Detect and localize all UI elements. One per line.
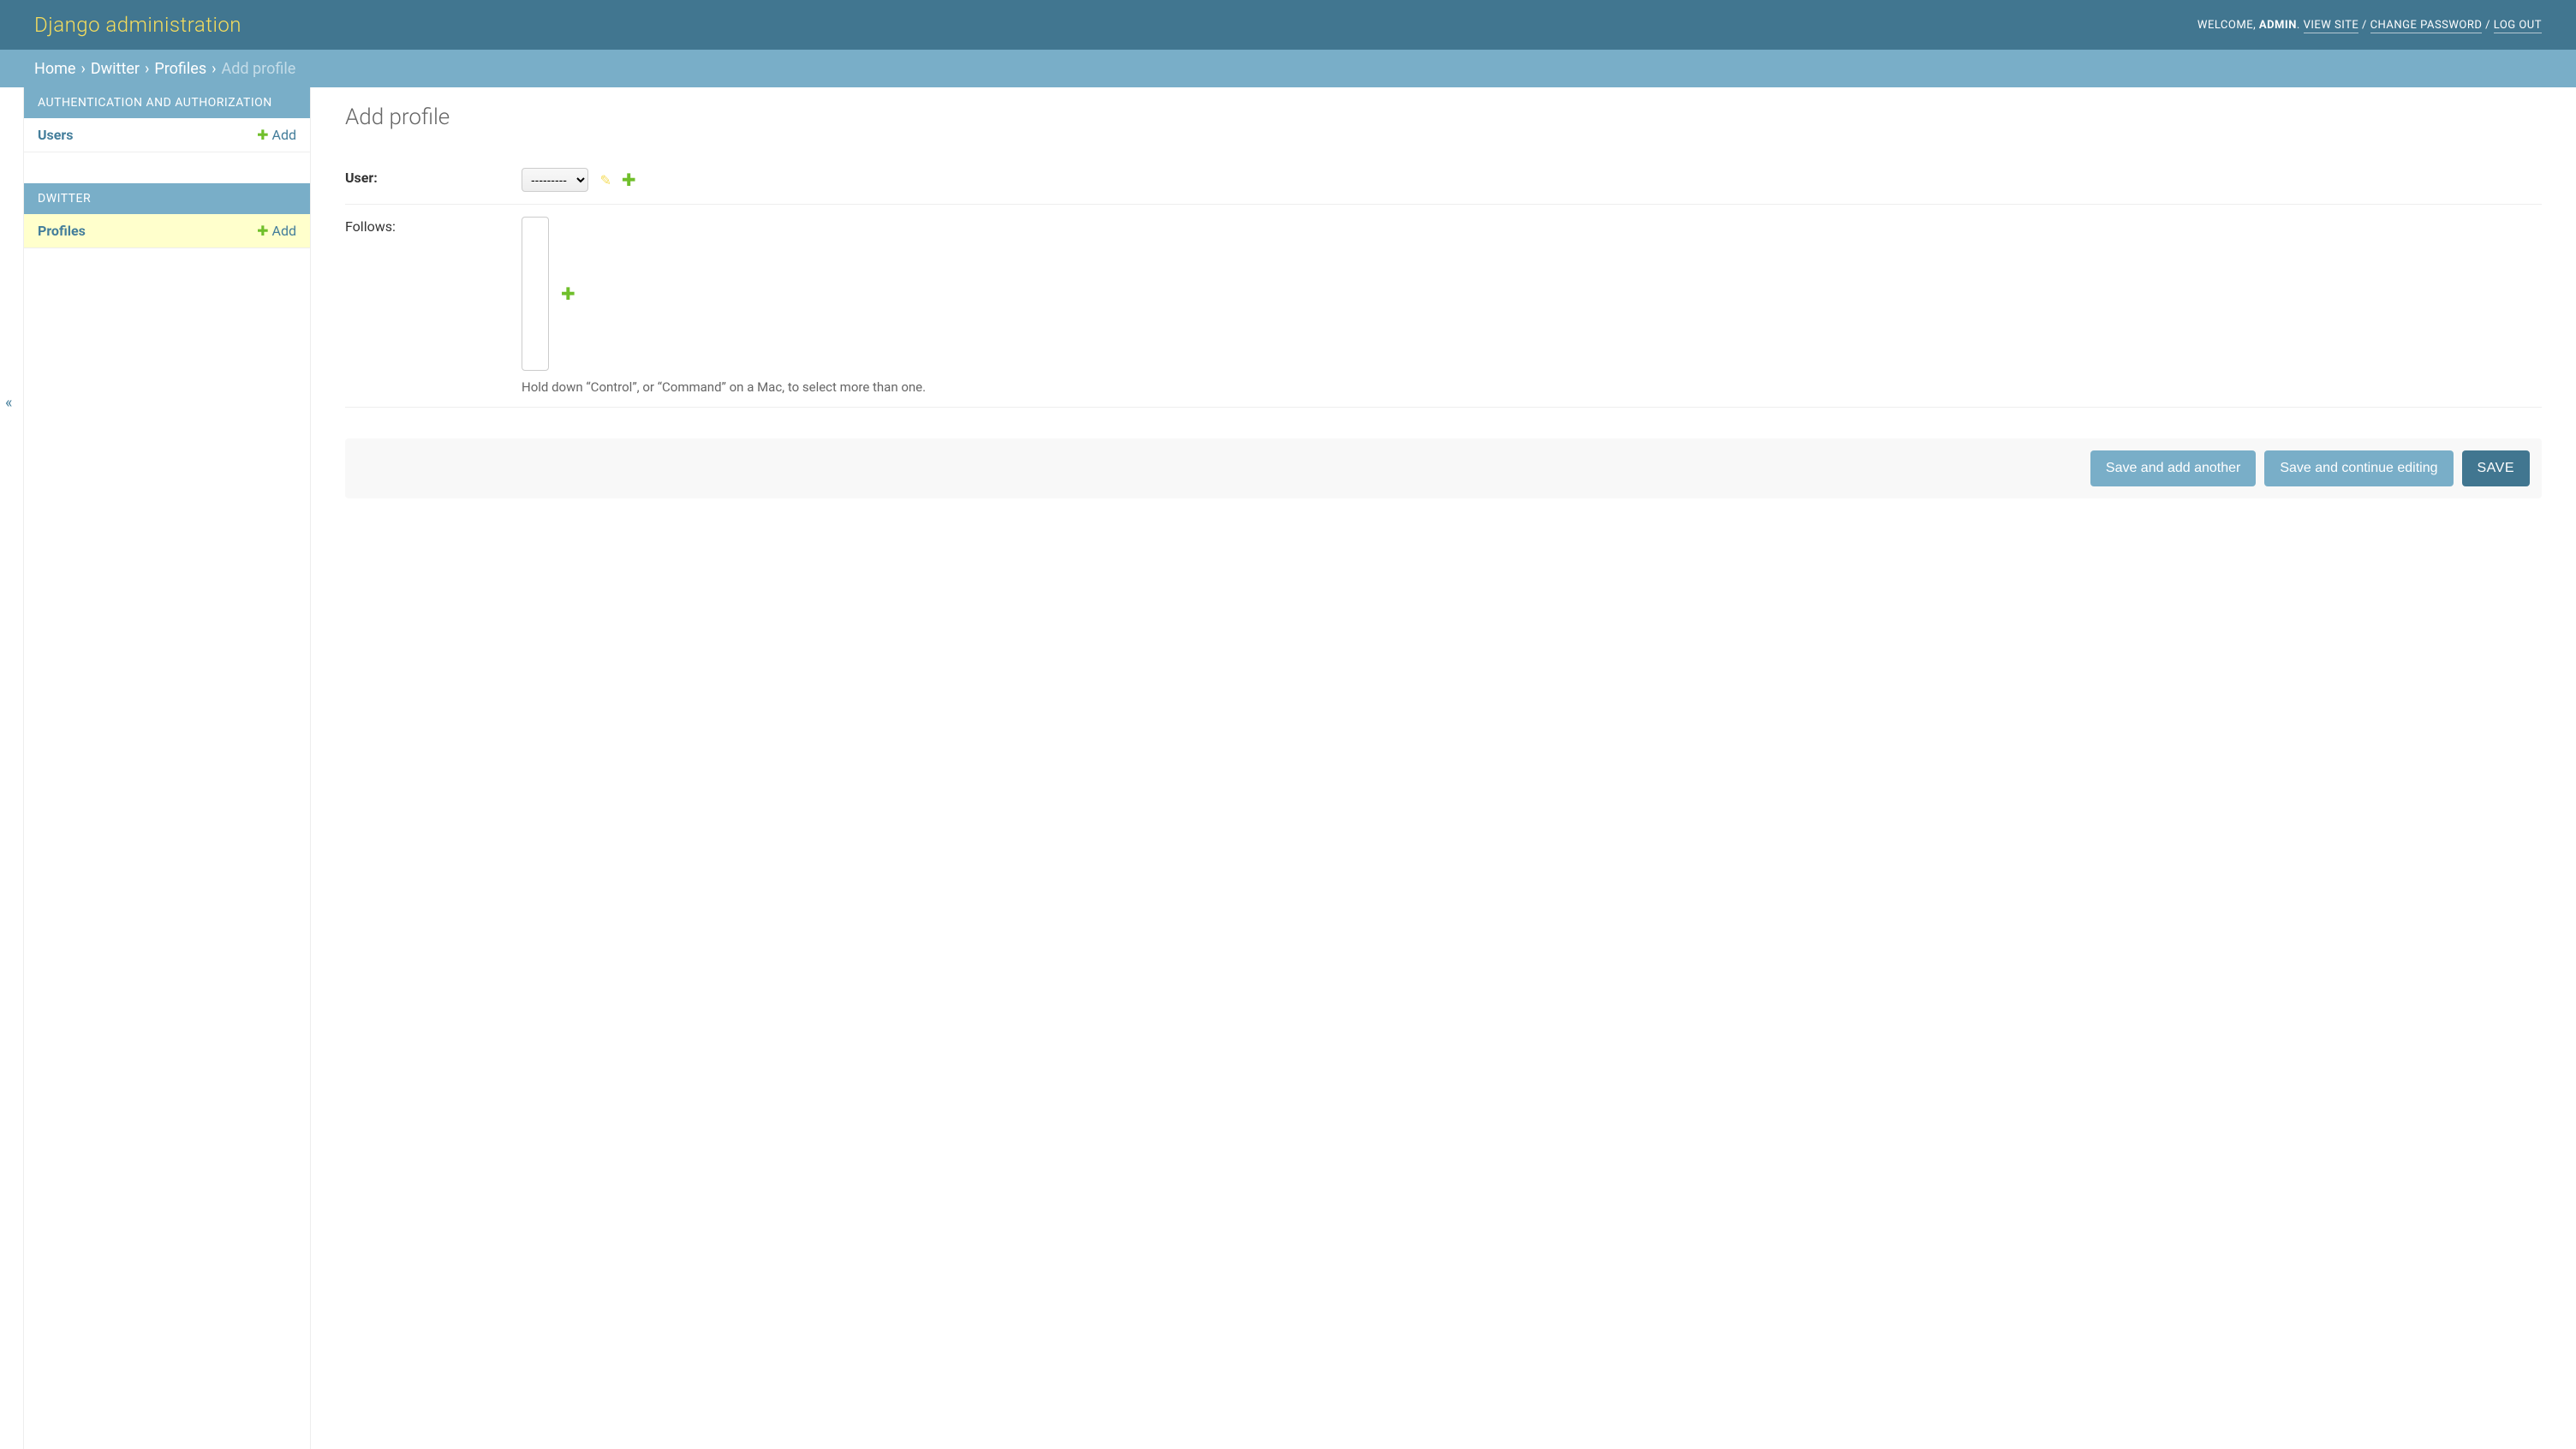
plus-icon[interactable]: ✚ <box>561 283 575 304</box>
user-links: WELCOME, ADMIN. VIEW SITE / CHANGE PASSW… <box>2197 19 2542 32</box>
breadcrumb-sep: › <box>212 60 216 78</box>
site-title: Django administration <box>34 13 242 37</box>
content-area: Add profile User: --------- ✎ ✚ Follows:… <box>311 87 2576 1449</box>
collapse-left-icon: « <box>5 394 12 412</box>
sidebar: AUTHENTICATION AND AUTHORIZATION Users ✚… <box>24 87 311 1449</box>
model-profiles-link[interactable]: Profiles <box>38 223 86 239</box>
plus-icon: ✚ <box>257 127 268 143</box>
breadcrumb-dwitter[interactable]: Dwitter <box>91 60 140 78</box>
logout-link[interactable]: LOG OUT <box>2494 19 2542 33</box>
user-select[interactable]: --------- <box>522 168 588 192</box>
save-button[interactable]: SAVE <box>2462 450 2531 486</box>
username: ADMIN <box>2259 19 2297 32</box>
breadcrumb-profiles[interactable]: Profiles <box>154 60 206 78</box>
sep: / <box>2482 19 2493 32</box>
app-auth-section: AUTHENTICATION AND AUTHORIZATION Users ✚… <box>24 87 310 152</box>
view-site-link[interactable]: VIEW SITE <box>2304 19 2359 33</box>
save-continue-button[interactable]: Save and continue editing <box>2264 450 2453 486</box>
save-add-another-button[interactable]: Save and add another <box>2090 450 2256 486</box>
pencil-icon[interactable]: ✎ <box>599 172 611 188</box>
add-user-link[interactable]: ✚ Add <box>257 127 296 143</box>
app-dwitter-header[interactable]: DWITTER <box>24 183 310 214</box>
add-profile-link[interactable]: ✚ Add <box>257 223 296 239</box>
follows-help-text: Hold down “Control”, or “Command” on a M… <box>522 379 2542 395</box>
add-label: Add <box>272 223 296 239</box>
breadcrumb-home[interactable]: Home <box>34 60 75 78</box>
model-users-link[interactable]: Users <box>38 127 73 143</box>
plus-icon: ✚ <box>257 223 268 239</box>
breadcrumb-sep: › <box>145 60 149 78</box>
dot-sep: . <box>2297 19 2304 32</box>
form-row-follows: Follows: ✚ Hold down “Control”, or “Comm… <box>345 205 2542 408</box>
sidebar-item-profiles: Profiles ✚ Add <box>24 214 310 248</box>
admin-header: Django administration WELCOME, ADMIN. VI… <box>0 0 2576 50</box>
breadcrumb: Home › Dwitter › Profiles › Add profile <box>0 50 2576 87</box>
submit-row: Save and add another Save and continue e… <box>345 438 2542 498</box>
follows-select[interactable] <box>522 217 549 371</box>
welcome-text: WELCOME, <box>2197 19 2259 32</box>
add-label: Add <box>272 127 296 143</box>
app-dwitter-section: DWITTER Profiles ✚ Add <box>24 183 310 248</box>
app-dwitter-title[interactable]: DWITTER <box>38 192 91 206</box>
sep: / <box>2358 19 2370 32</box>
breadcrumb-current: Add profile <box>222 60 296 78</box>
sidebar-item-users: Users ✚ Add <box>24 118 310 152</box>
follows-label: Follows: <box>345 217 522 235</box>
app-auth-title[interactable]: AUTHENTICATION AND AUTHORIZATION <box>38 96 272 110</box>
user-label: User: <box>345 168 522 186</box>
app-auth-header[interactable]: AUTHENTICATION AND AUTHORIZATION <box>24 87 310 118</box>
plus-icon[interactable]: ✚ <box>622 170 636 190</box>
breadcrumb-sep: › <box>80 60 85 78</box>
sidebar-collapse-bar[interactable]: « <box>0 87 24 1449</box>
form-row-user: User: --------- ✎ ✚ <box>345 156 2542 205</box>
change-password-link[interactable]: CHANGE PASSWORD <box>2370 19 2483 33</box>
page-title: Add profile <box>345 104 2542 130</box>
